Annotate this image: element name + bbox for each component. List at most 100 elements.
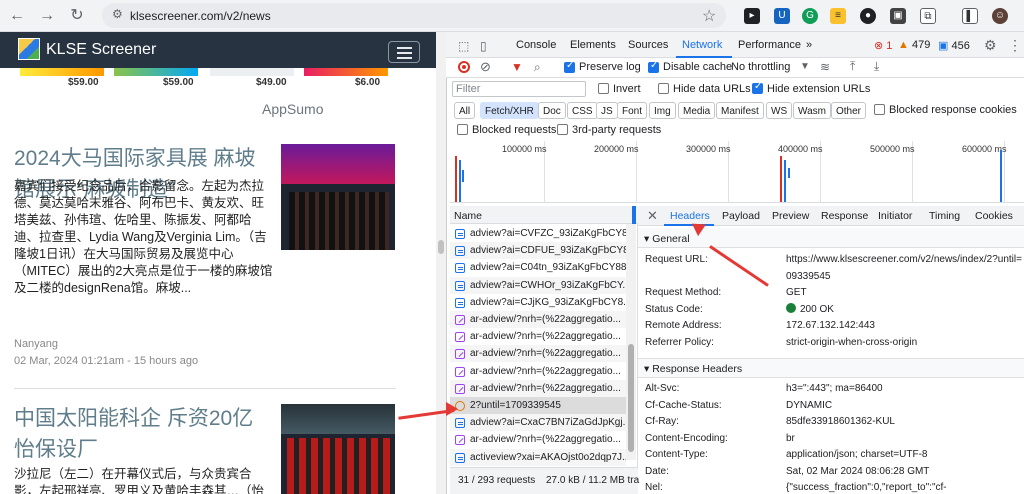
disable-cache-label[interactable]: Disable cache: [663, 61, 732, 73]
more-options-icon[interactable]: ⋮: [1008, 38, 1022, 52]
filter-fetch-xhr[interactable]: Fetch/XHR: [480, 102, 539, 119]
tab-sources[interactable]: Sources: [628, 39, 668, 51]
filter-css[interactable]: CSS: [567, 102, 598, 119]
page-scrollbar[interactable]: [436, 32, 446, 494]
back-icon[interactable]: ←: [8, 7, 26, 25]
request-row[interactable]: adview?ai=CVFZC_93iZaKgFbCY8...: [450, 225, 626, 242]
request-row[interactable]: ar-adview/?nrh=(%22aggregatio...: [450, 345, 626, 363]
header-value[interactable]: application/json; charset=UTF-8: [786, 449, 1024, 460]
search-icon[interactable]: ⌕: [534, 60, 541, 74]
blocked-requests-label[interactable]: Blocked requests: [472, 124, 556, 136]
filter-wasm[interactable]: Wasm: [793, 102, 831, 119]
hide-extension-urls-checkbox[interactable]: [752, 81, 763, 94]
chevron-down-icon[interactable]: ▼: [800, 60, 810, 74]
record-icon[interactable]: [458, 61, 470, 73]
tab-headers[interactable]: Headers: [670, 210, 710, 222]
request-row[interactable]: adview?ai=CDFUE_93iZaKgFbCY8...: [450, 242, 626, 260]
url-text[interactable]: klsescreener.com/v2/news: [130, 9, 271, 23]
error-count[interactable]: ⊗ 1: [874, 39, 892, 52]
promo-label[interactable]: AppSumo: [262, 101, 323, 117]
header-value[interactable]: {"success_fraction":0,"report_to":"cf-: [786, 482, 1024, 493]
filter-all[interactable]: All: [454, 102, 476, 119]
product-thumbnail[interactable]: [304, 68, 388, 76]
side-panel-icon[interactable]: ▌: [962, 8, 978, 24]
tab-performance[interactable]: Performance: [738, 39, 801, 51]
filter-other[interactable]: Other: [831, 102, 867, 119]
hide-data-urls-checkbox[interactable]: [658, 83, 669, 94]
product-thumbnail[interactable]: [20, 68, 104, 76]
filter-font[interactable]: Font: [617, 102, 648, 119]
request-row[interactable]: 2?until=1709339545: [450, 397, 626, 414]
name-column-header[interactable]: Name: [454, 210, 482, 222]
tab-payload[interactable]: Payload: [722, 210, 760, 222]
request-row[interactable]: activeview?xai=AKAOjst0o2dqp7J...: [450, 448, 626, 466]
info-count[interactable]: ▣ 456: [938, 39, 970, 52]
header-value[interactable]: 09339545: [786, 271, 1024, 282]
blocked-cookies-checkbox[interactable]: [874, 104, 885, 115]
request-row[interactable]: ar-adview/?nrh=(%22aggregatio...: [450, 379, 626, 397]
header-value[interactable]: https://www.klsescreener.com/v2/news/ind…: [786, 254, 1024, 265]
product-thumbnail[interactable]: [114, 68, 198, 76]
request-list-scrollbar-thumb[interactable]: [628, 344, 634, 452]
tab-console[interactable]: Console: [516, 39, 556, 51]
header-value[interactable]: 172.67.132.142:443: [786, 320, 1024, 331]
import-har-icon[interactable]: ⤒: [850, 59, 855, 73]
extensions-puzzle-icon[interactable]: ⧉: [920, 8, 936, 24]
invert-label[interactable]: Invert: [613, 83, 641, 95]
tab-response[interactable]: Response: [821, 210, 868, 222]
header-value[interactable]: Sat, 02 Mar 2024 08:06:28 GMT: [786, 466, 1024, 477]
third-party-label[interactable]: 3rd-party requests: [572, 124, 661, 136]
header-value[interactable]: strict-origin-when-cross-origin: [786, 337, 1024, 348]
menu-toggle-button[interactable]: [388, 41, 420, 63]
extension-shield-icon[interactable]: U: [774, 8, 790, 24]
header-value[interactable]: GET: [786, 287, 1024, 298]
header-value[interactable]: h3=":443"; ma=86400: [786, 383, 1024, 394]
request-row[interactable]: adview?ai=CWHOr_93iZaKgFbCY...: [450, 276, 626, 294]
hide-extension-urls-label[interactable]: Hide extension URLs: [767, 83, 870, 95]
clear-icon[interactable]: ⊘: [480, 60, 491, 74]
export-har-icon[interactable]: ⤓: [874, 59, 879, 73]
filter-media[interactable]: Media: [678, 102, 716, 119]
column-resizer[interactable]: [632, 206, 636, 224]
network-conditions-icon[interactable]: ≋: [820, 60, 830, 74]
extension-icon[interactable]: ≡: [830, 8, 846, 24]
article-title[interactable]: 中国太阳能科企 斥资20亿 怡保设厂: [14, 403, 276, 465]
request-row[interactable]: adview?ai=C04tn_93iZaKgFbCY88...: [450, 259, 626, 276]
request-row[interactable]: adview?ai=CJjKG_93iZaKgFbCY8...: [450, 294, 626, 311]
header-value[interactable]: 85dfe33918601362-KUL: [786, 416, 1024, 427]
tab-network[interactable]: Network: [682, 39, 722, 51]
tab-timing[interactable]: Timing: [929, 210, 960, 222]
response-headers-title[interactable]: ▾ Response Headers: [644, 363, 742, 375]
preserve-log-label[interactable]: Preserve log: [579, 61, 641, 73]
page-scrollbar-thumb[interactable]: [438, 240, 444, 254]
forward-icon[interactable]: →: [38, 7, 56, 25]
extension-icon[interactable]: ●: [860, 8, 876, 24]
bookmark-star-icon[interactable]: ☆: [702, 6, 716, 26]
filter-js[interactable]: JS: [596, 102, 618, 119]
product-thumbnail[interactable]: [210, 68, 294, 76]
extension-icon[interactable]: ▸: [744, 8, 760, 24]
filter-doc[interactable]: Doc: [538, 102, 566, 119]
inspect-icon[interactable]: ⬚: [458, 39, 469, 53]
warning-count[interactable]: ▲ 479: [898, 39, 930, 51]
request-row[interactable]: ar-adview/?nrh=(%22aggregatio...: [450, 363, 626, 380]
filter-ws[interactable]: WS: [766, 102, 793, 119]
tab-cookies[interactable]: Cookies: [975, 210, 1013, 222]
extension-grammarly-icon[interactable]: G: [802, 8, 818, 24]
hide-data-urls-label[interactable]: Hide data URLs: [673, 83, 751, 95]
header-value[interactable]: br: [786, 433, 1024, 444]
site-logo[interactable]: [18, 38, 40, 60]
close-icon[interactable]: ✕: [647, 208, 658, 224]
request-row[interactable]: adview?ai=CxaC7BN7iZaGdJpKgj...: [450, 414, 626, 432]
header-value[interactable]: DYNAMIC: [786, 400, 1024, 411]
request-row[interactable]: ar-adview/?nrh=(%22aggregatio...: [450, 328, 626, 345]
request-row[interactable]: ar-adview/?nrh=(%22aggregatio...: [450, 431, 626, 448]
site-title[interactable]: KLSE Screener: [46, 41, 156, 59]
article-photo[interactable]: [281, 144, 395, 250]
filter-manifest[interactable]: Manifest: [716, 102, 764, 119]
reload-icon[interactable]: ↻: [68, 7, 86, 25]
tab-preview[interactable]: Preview: [772, 210, 809, 222]
filter-img[interactable]: Img: [649, 102, 676, 119]
article-photo[interactable]: [281, 404, 395, 494]
device-toggle-icon[interactable]: ▯: [480, 39, 487, 53]
